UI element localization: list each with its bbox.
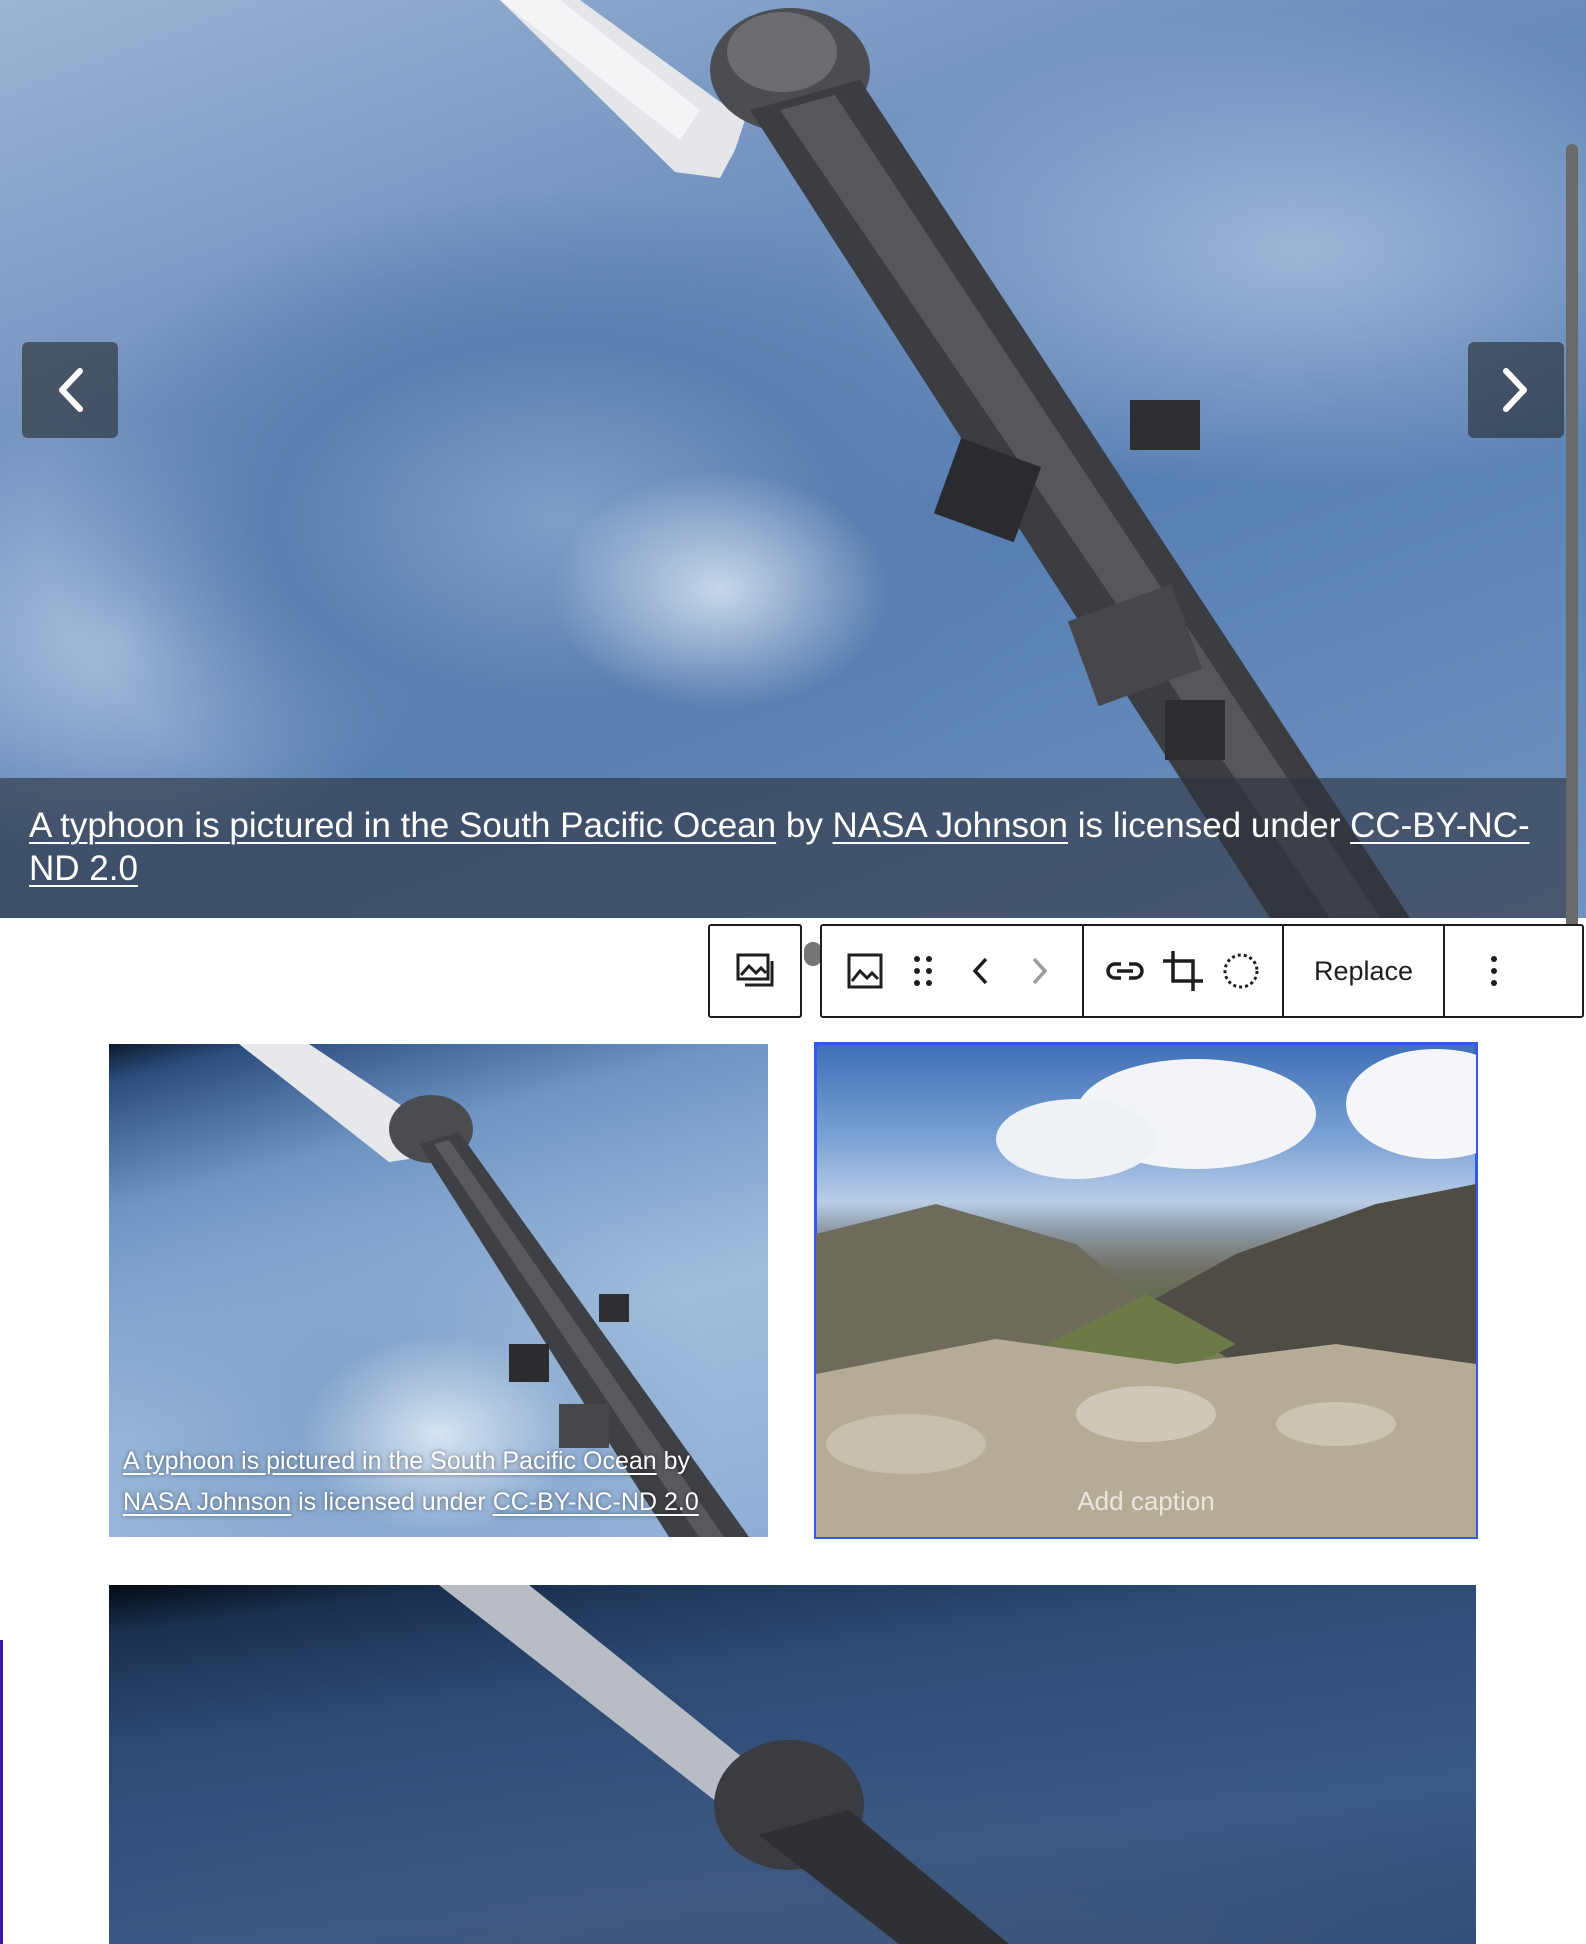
toolbar-group-replace: Replace xyxy=(1284,926,1446,1016)
chevron-left-icon xyxy=(59,368,83,412)
vertical-scrollbar[interactable] xyxy=(1566,144,1578,988)
caption-by-text: by xyxy=(776,806,833,845)
author-link[interactable]: NASA Johnson xyxy=(833,806,1068,845)
move-left-button[interactable] xyxy=(952,926,1010,1016)
chevron-right-icon xyxy=(1503,368,1527,412)
toolbar-group-more xyxy=(1445,926,1543,1016)
link-button[interactable] xyxy=(1096,926,1154,1016)
block-toolbar: Replace xyxy=(820,924,1584,1018)
gallery-parent-icon xyxy=(736,953,774,987)
mountain-landscape-image xyxy=(816,1049,1476,1537)
license-link[interactable]: CC-BY-NC-ND 2.0 xyxy=(493,1488,699,1516)
image-icon xyxy=(847,953,883,989)
duotone-button[interactable] xyxy=(1212,926,1270,1016)
add-caption-placeholder[interactable]: Add caption xyxy=(816,1486,1476,1517)
drag-handle-icon xyxy=(914,956,932,986)
chevron-right-icon xyxy=(1032,957,1048,985)
drag-handle-button[interactable] xyxy=(894,926,952,1016)
author-link[interactable]: NASA Johnson xyxy=(123,1488,291,1516)
circle-dashed-icon xyxy=(1223,953,1259,989)
gallery-image-typhoon-wide[interactable] xyxy=(109,1585,1476,1944)
previous-slide-button[interactable] xyxy=(22,342,118,438)
image-title-link[interactable]: A typhoon is pictured in the South Pacif… xyxy=(123,1447,657,1475)
gallery-image-typhoon[interactable]: A typhoon is pictured in the South Pacif… xyxy=(109,1044,768,1537)
gallery-image-mountains[interactable]: Add caption xyxy=(814,1042,1478,1539)
toolbar-group-image xyxy=(822,926,1084,1016)
image-title-link[interactable]: A typhoon is pictured in the South Pacif… xyxy=(29,806,776,845)
image-block-button[interactable] xyxy=(836,926,894,1016)
caption-licensed-text: is licensed under xyxy=(291,1488,493,1516)
more-options-button[interactable] xyxy=(1465,926,1523,1016)
next-slide-button[interactable] xyxy=(1468,342,1564,438)
move-right-button[interactable] xyxy=(1010,926,1068,1016)
link-icon xyxy=(1106,962,1144,980)
space-station-arm-image xyxy=(439,1585,1009,1944)
crop-icon xyxy=(1163,951,1203,991)
toolbar-group-tools xyxy=(1084,926,1284,1016)
replace-button[interactable]: Replace xyxy=(1284,926,1443,1016)
slideshow-current-slide: A typhoon is pictured in the South Pacif… xyxy=(0,0,1586,918)
slide-caption[interactable]: A typhoon is pictured in the South Pacif… xyxy=(0,778,1566,918)
caption-by-text: by xyxy=(656,1447,691,1475)
sidebar-edge xyxy=(0,1640,3,1944)
gallery-item-caption[interactable]: A typhoon is pictured in the South Pacif… xyxy=(123,1441,756,1523)
caption-licensed-text: is licensed under xyxy=(1067,806,1351,845)
chevron-left-icon xyxy=(972,957,988,985)
crop-button[interactable] xyxy=(1154,926,1212,1016)
select-parent-gallery-button[interactable] xyxy=(708,924,802,1018)
more-options-icon xyxy=(1491,956,1498,986)
